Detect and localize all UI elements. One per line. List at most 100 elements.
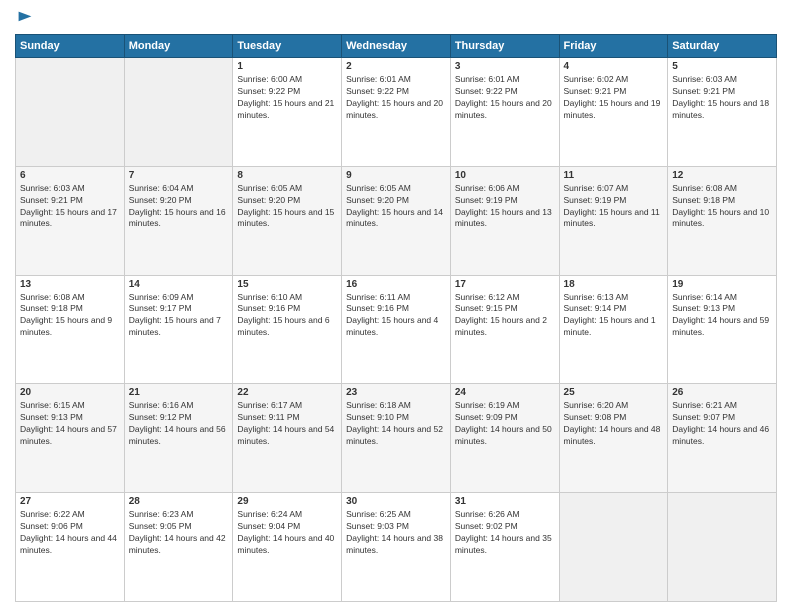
- calendar-day-cell: [559, 493, 668, 602]
- logo: [15, 10, 33, 26]
- day-info: Sunrise: 6:08 AMSunset: 9:18 PMDaylight:…: [20, 292, 120, 340]
- day-number: 19: [672, 279, 772, 290]
- calendar-day-cell: 29 Sunrise: 6:24 AMSunset: 9:04 PMDayligh…: [233, 493, 342, 602]
- day-number: 10: [455, 170, 555, 181]
- day-info: Sunrise: 6:07 AMSunset: 9:19 PMDaylight:…: [564, 183, 664, 231]
- day-info: Sunrise: 6:06 AMSunset: 9:19 PMDaylight:…: [455, 183, 555, 231]
- calendar-day-cell: 12Sunrise: 6:08 AMSunset: 9:18 PMDayligh…: [668, 166, 777, 275]
- calendar-day-cell: [16, 58, 125, 167]
- day-info: Sunrise: 6:18 AMSunset: 9:10 PMDaylight:…: [346, 400, 446, 448]
- day-info: Sunrise: 6:20 AMSunset: 9:08 PMDaylight:…: [564, 400, 664, 448]
- calendar-day-cell: 18 Sunrise: 6:13 AMSunset: 9:14 PMDayligh…: [559, 275, 668, 384]
- calendar-week-row: 13 Sunrise: 6:08 AMSunset: 9:18 PMDayligh…: [16, 275, 777, 384]
- day-info: Sunrise: 6:15 AMSunset: 9:13 PMDaylight:…: [20, 400, 120, 448]
- weekday-header-tuesday: Tuesday: [233, 35, 342, 58]
- day-info: Sunrise: 6:05 AMSunset: 9:20 PMDaylight:…: [237, 183, 337, 231]
- day-info: Sunrise: 6:09 AMSunset: 9:17 PMDaylight:…: [129, 292, 229, 340]
- day-number: 24: [455, 387, 555, 398]
- weekday-header-wednesday: Wednesday: [342, 35, 451, 58]
- day-number: 3: [455, 61, 555, 72]
- calendar-day-cell: 31 Sunrise: 6:26 AMSunset: 9:02 PMDayligh…: [450, 493, 559, 602]
- day-number: 31: [455, 496, 555, 507]
- day-number: 23: [346, 387, 446, 398]
- day-number: 20: [20, 387, 120, 398]
- day-number: 11: [564, 170, 664, 181]
- calendar-day-cell: 6 Sunrise: 6:03 AMSunset: 9:21 PMDaylight…: [16, 166, 125, 275]
- day-info: Sunrise: 6:21 AMSunset: 9:07 PMDaylight:…: [672, 400, 772, 448]
- day-number: 28: [129, 496, 229, 507]
- day-info: Sunrise: 6:16 AMSunset: 9:12 PMDaylight:…: [129, 400, 229, 448]
- calendar-day-cell: 10 Sunrise: 6:06 AMSunset: 9:19 PMDayligh…: [450, 166, 559, 275]
- day-number: 30: [346, 496, 446, 507]
- day-info: Sunrise: 6:03 AMSunset: 9:21 PMDaylight:…: [20, 183, 120, 231]
- calendar-day-cell: 27 Sunrise: 6:22 AMSunset: 9:06 PMDayligh…: [16, 493, 125, 602]
- calendar-day-cell: 4 Sunrise: 6:02 AMSunset: 9:21 PMDaylight…: [559, 58, 668, 167]
- day-info: Sunrise: 6:14 AMSunset: 9:13 PMDaylight:…: [672, 292, 772, 340]
- day-info: Sunrise: 6:02 AMSunset: 9:21 PMDaylight:…: [564, 74, 664, 122]
- day-info: Sunrise: 6:23 AMSunset: 9:05 PMDaylight:…: [129, 509, 229, 557]
- weekday-header-sunday: Sunday: [16, 35, 125, 58]
- calendar-day-cell: 21 Sunrise: 6:16 AMSunset: 9:12 PMDayligh…: [124, 384, 233, 493]
- weekday-header-friday: Friday: [559, 35, 668, 58]
- day-number: 14: [129, 279, 229, 290]
- calendar-week-row: 27 Sunrise: 6:22 AMSunset: 9:06 PMDayligh…: [16, 493, 777, 602]
- weekday-header-row: SundayMondayTuesdayWednesdayThursdayFrid…: [16, 35, 777, 58]
- calendar-day-cell: 5 Sunrise: 6:03 AMSunset: 9:21 PMDaylight…: [668, 58, 777, 167]
- day-number: 13: [20, 279, 120, 290]
- logo-flag-icon: [17, 10, 33, 26]
- day-number: 22: [237, 387, 337, 398]
- calendar-day-cell: 14 Sunrise: 6:09 AMSunset: 9:17 PMDayligh…: [124, 275, 233, 384]
- day-number: 26: [672, 387, 772, 398]
- day-number: 18: [564, 279, 664, 290]
- day-info: Sunrise: 6:24 AMSunset: 9:04 PMDaylight:…: [237, 509, 337, 557]
- calendar-day-cell: 22Sunrise: 6:17 AMSunset: 9:11 PMDayligh…: [233, 384, 342, 493]
- calendar-day-cell: 9Sunrise: 6:05 AMSunset: 9:20 PMDaylight…: [342, 166, 451, 275]
- day-info: Sunrise: 6:00 AMSunset: 9:22 PMDaylight:…: [237, 74, 337, 122]
- header: [15, 10, 777, 26]
- day-number: 17: [455, 279, 555, 290]
- day-number: 5: [672, 61, 772, 72]
- day-info: Sunrise: 6:12 AMSunset: 9:15 PMDaylight:…: [455, 292, 555, 340]
- calendar-day-cell: 30Sunrise: 6:25 AMSunset: 9:03 PMDayligh…: [342, 493, 451, 602]
- day-info: Sunrise: 6:03 AMSunset: 9:21 PMDaylight:…: [672, 74, 772, 122]
- day-number: 12: [672, 170, 772, 181]
- calendar-day-cell: [124, 58, 233, 167]
- calendar-day-cell: 8Sunrise: 6:05 AMSunset: 9:20 PMDaylight…: [233, 166, 342, 275]
- day-number: 29: [237, 496, 337, 507]
- calendar-day-cell: 7 Sunrise: 6:04 AMSunset: 9:20 PMDaylight…: [124, 166, 233, 275]
- weekday-header-thursday: Thursday: [450, 35, 559, 58]
- calendar-day-cell: 16 Sunrise: 6:11 AMSunset: 9:16 PMDayligh…: [342, 275, 451, 384]
- calendar-day-cell: 11 Sunrise: 6:07 AMSunset: 9:19 PMDayligh…: [559, 166, 668, 275]
- calendar-day-cell: 13 Sunrise: 6:08 AMSunset: 9:18 PMDayligh…: [16, 275, 125, 384]
- calendar-day-cell: 19 Sunrise: 6:14 AMSunset: 9:13 PMDayligh…: [668, 275, 777, 384]
- day-number: 27: [20, 496, 120, 507]
- calendar-day-cell: [668, 493, 777, 602]
- day-number: 2: [346, 61, 446, 72]
- day-number: 1: [237, 61, 337, 72]
- page: SundayMondayTuesdayWednesdayThursdayFrid…: [0, 0, 792, 612]
- calendar-day-cell: 17 Sunrise: 6:12 AMSunset: 9:15 PMDayligh…: [450, 275, 559, 384]
- day-number: 15: [237, 279, 337, 290]
- day-number: 21: [129, 387, 229, 398]
- calendar-day-cell: 25Sunrise: 6:20 AMSunset: 9:08 PMDayligh…: [559, 384, 668, 493]
- day-info: Sunrise: 6:05 AMSunset: 9:20 PMDaylight:…: [346, 183, 446, 231]
- day-info: Sunrise: 6:10 AMSunset: 9:16 PMDaylight:…: [237, 292, 337, 340]
- weekday-header-saturday: Saturday: [668, 35, 777, 58]
- day-number: 4: [564, 61, 664, 72]
- day-info: Sunrise: 6:22 AMSunset: 9:06 PMDaylight:…: [20, 509, 120, 557]
- calendar-day-cell: 15 Sunrise: 6:10 AMSunset: 9:16 PMDayligh…: [233, 275, 342, 384]
- day-number: 7: [129, 170, 229, 181]
- calendar-week-row: 6 Sunrise: 6:03 AMSunset: 9:21 PMDaylight…: [16, 166, 777, 275]
- calendar-table: SundayMondayTuesdayWednesdayThursdayFrid…: [15, 34, 777, 602]
- day-info: Sunrise: 6:26 AMSunset: 9:02 PMDaylight:…: [455, 509, 555, 557]
- day-info: Sunrise: 6:04 AMSunset: 9:20 PMDaylight:…: [129, 183, 229, 231]
- day-info: Sunrise: 6:01 AMSunset: 9:22 PMDaylight:…: [455, 74, 555, 122]
- day-number: 6: [20, 170, 120, 181]
- day-info: Sunrise: 6:11 AMSunset: 9:16 PMDaylight:…: [346, 292, 446, 340]
- calendar-day-cell: 20 Sunrise: 6:15 AMSunset: 9:13 PMDayligh…: [16, 384, 125, 493]
- day-info: Sunrise: 6:13 AMSunset: 9:14 PMDaylight:…: [564, 292, 664, 340]
- calendar-day-cell: 2Sunrise: 6:01 AMSunset: 9:22 PMDaylight…: [342, 58, 451, 167]
- calendar-day-cell: 1 Sunrise: 6:00 AMSunset: 9:22 PMDaylight…: [233, 58, 342, 167]
- calendar-day-cell: 26 Sunrise: 6:21 AMSunset: 9:07 PMDayligh…: [668, 384, 777, 493]
- day-number: 16: [346, 279, 446, 290]
